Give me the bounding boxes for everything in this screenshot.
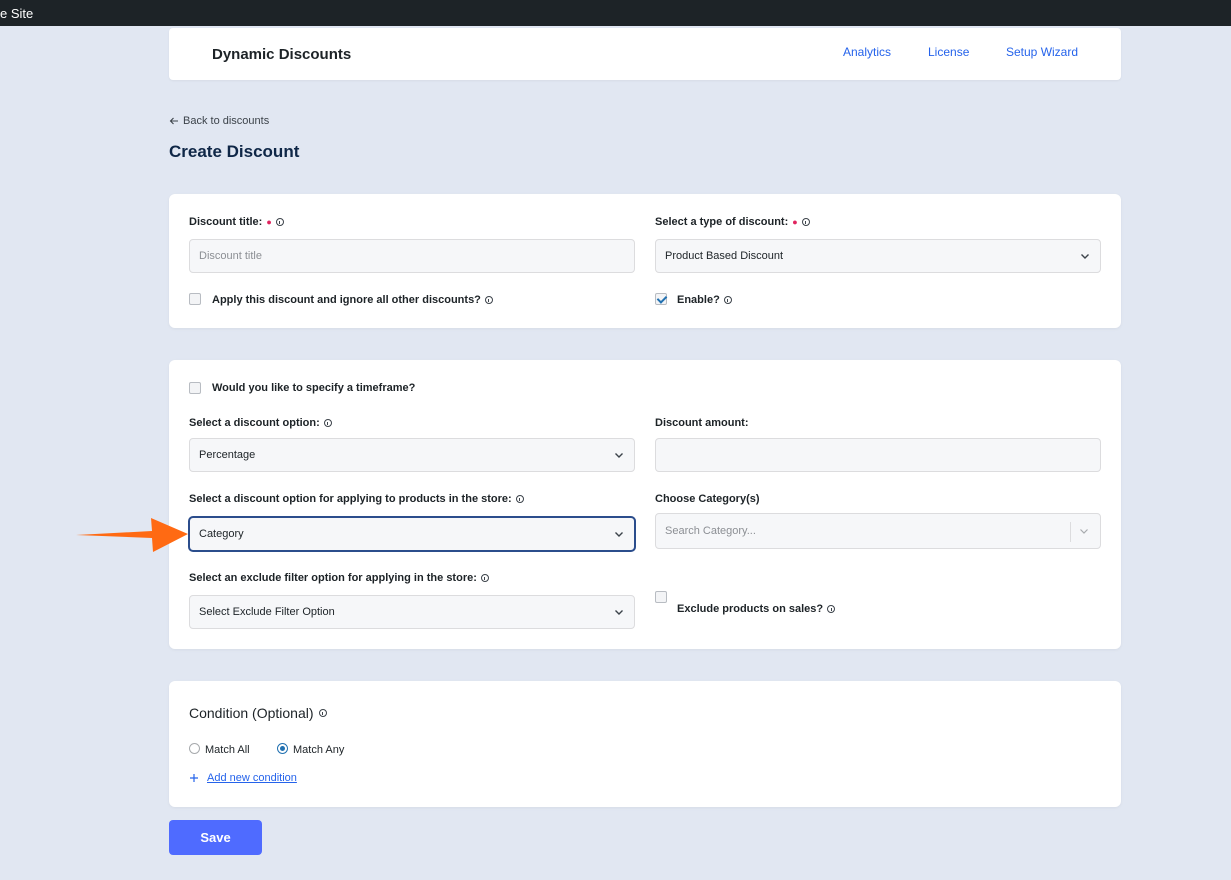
required-marker: ● <box>792 217 798 227</box>
enable-label: Enable? <box>677 294 732 306</box>
discount-title-input[interactable] <box>189 239 635 273</box>
info-icon <box>827 605 836 613</box>
discount-option-label: Select a discount option: <box>189 417 332 429</box>
nav-link-setup-wizard[interactable]: Setup Wizard <box>1006 45 1078 59</box>
match-any-radio[interactable] <box>277 743 288 754</box>
apply-option-select[interactable]: Category <box>189 517 635 551</box>
discount-title-label: Discount title: ● <box>189 216 284 228</box>
info-icon <box>723 296 732 304</box>
discount-option-value: Percentage <box>199 449 256 461</box>
general-settings-card: Discount title: ● Select a type of disco… <box>169 194 1121 328</box>
condition-card: Condition (Optional) Match All Match Any… <box>169 681 1121 807</box>
discount-amount-input[interactable] <box>655 438 1101 472</box>
info-icon <box>801 218 810 226</box>
exclude-filter-select[interactable]: Select Exclude Filter Option <box>189 595 635 629</box>
page-title: Create Discount <box>169 142 300 161</box>
chevron-down-icon <box>1080 529 1088 534</box>
info-icon <box>515 495 524 503</box>
discount-type-label: Select a type of discount: ● <box>655 216 810 228</box>
plus-icon <box>190 774 198 782</box>
timeframe-checkbox[interactable] <box>189 382 201 394</box>
chevron-down-icon <box>615 532 623 537</box>
back-label: Back to discounts <box>183 115 270 127</box>
admin-bar-site-label[interactable]: e Site <box>0 6 33 21</box>
brand-title: Dynamic Discounts <box>212 46 352 63</box>
add-condition-link[interactable]: Add new condition <box>189 772 297 784</box>
info-icon <box>323 419 332 427</box>
save-button[interactable]: Save <box>169 820 262 855</box>
choose-category-label: Choose Category(s) <box>655 493 760 505</box>
discount-type-select[interactable]: Product Based Discount <box>655 239 1101 273</box>
arrow-left-icon <box>169 117 178 125</box>
nav-link-license[interactable]: License <box>928 45 969 59</box>
chevron-down-icon <box>615 610 623 615</box>
timeframe-label: Would you like to specify a timeframe? <box>212 382 416 394</box>
match-all-radio[interactable] <box>189 743 200 754</box>
discount-amount-label: Discount amount: <box>655 417 749 429</box>
ignore-other-discounts-label: Apply this discount and ignore all other… <box>212 294 493 306</box>
discount-rules-card: Would you like to specify a timeframe? S… <box>169 360 1121 649</box>
info-icon <box>480 574 489 582</box>
category-search-placeholder: Search Category... <box>665 525 756 537</box>
orange-arrow-annotation <box>76 518 188 552</box>
discount-type-value: Product Based Discount <box>665 250 784 262</box>
chevron-down-icon <box>1081 254 1089 259</box>
category-search-select[interactable]: Search Category... <box>655 513 1101 549</box>
nav-link-analytics[interactable]: Analytics <box>843 45 891 59</box>
back-to-discounts-link[interactable]: Back to discounts <box>169 115 269 127</box>
chevron-down-icon <box>615 453 623 458</box>
required-marker: ● <box>266 217 272 227</box>
admin-bar: e Site <box>0 0 1231 26</box>
info-icon <box>318 709 327 717</box>
select-divider <box>1070 522 1071 542</box>
info-icon <box>275 218 284 226</box>
exclude-sales-label: Exclude products on sales? <box>677 603 836 615</box>
info-icon <box>484 296 493 304</box>
exclude-filter-label: Select an exclude filter option for appl… <box>189 572 489 584</box>
ignore-other-discounts-checkbox[interactable] <box>189 293 201 305</box>
enable-checkbox[interactable] <box>655 293 667 305</box>
apply-option-value: Category <box>199 528 244 540</box>
match-any-label: Match Any <box>293 744 345 756</box>
exclude-filter-value: Select Exclude Filter Option <box>199 606 335 618</box>
exclude-sales-checkbox[interactable] <box>655 591 667 603</box>
match-all-label: Match All <box>205 744 250 756</box>
add-condition-label: Add new condition <box>207 772 297 784</box>
apply-option-label: Select a discount option for applying to… <box>189 493 524 505</box>
condition-title: Condition (Optional) <box>189 705 327 721</box>
discount-option-select[interactable]: Percentage <box>189 438 635 472</box>
top-navigation: Dynamic Discounts Analytics License Setu… <box>169 28 1121 80</box>
